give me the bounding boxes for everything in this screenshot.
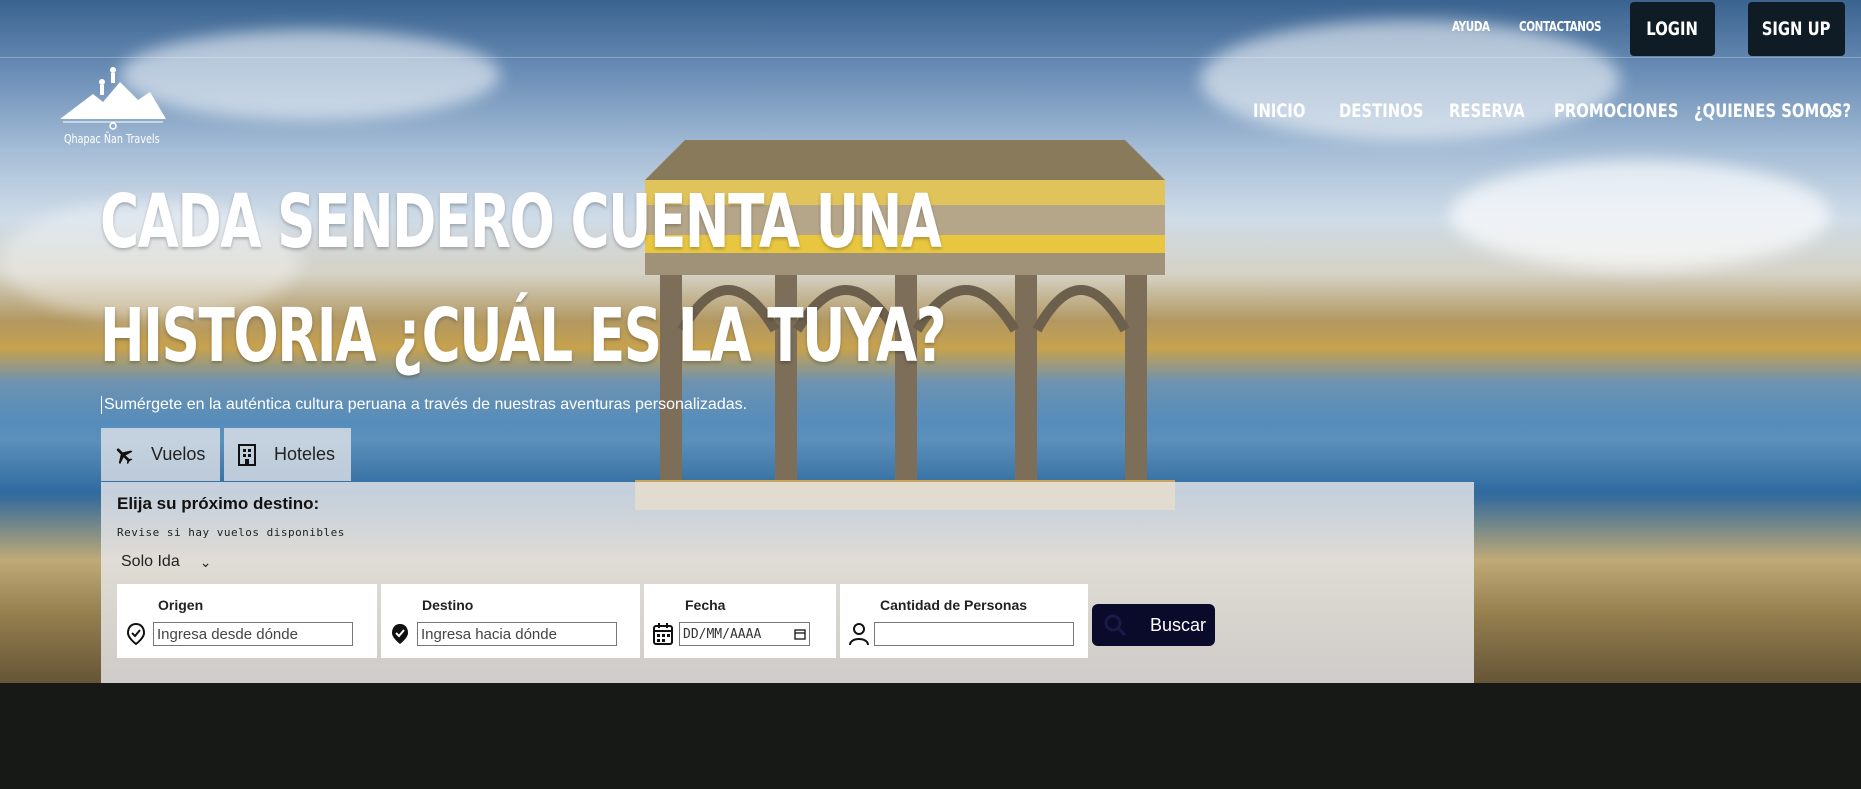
tab-vuelos[interactable]: Vuelos	[101, 428, 220, 481]
origin-field: Origen Ingresa desde dónde	[117, 584, 377, 658]
origin-label: Origen	[158, 597, 204, 613]
destination-field: Destino Ingresa hacia dónde	[381, 584, 640, 658]
nav-inicio[interactable]: INICIO	[1253, 100, 1305, 122]
destination-placeholder: Ingresa hacia dónde	[421, 625, 557, 643]
hero-headline-line2: HISTORIA ¿CUÁL ES LA TUYA?	[100, 293, 947, 379]
people-label: Cantidad de Personas	[880, 597, 1028, 613]
chevron-right-icon[interactable]: ›	[1828, 101, 1837, 126]
date-label: Fecha	[685, 597, 726, 613]
date-input[interactable]: DD/MM/AAAA	[679, 622, 810, 646]
date-field: Fecha DD/MM/AAAA	[644, 584, 836, 658]
location-filled-icon	[392, 624, 408, 644]
brand-name: Qhapac Ñan Travels	[64, 132, 160, 146]
signup-button[interactable]: SIGN UP	[1748, 2, 1845, 56]
nav-promociones[interactable]: PROMOCIONES	[1554, 100, 1678, 122]
header-divider	[0, 57, 1861, 58]
trip-type-select[interactable]: Solo Ida ⌄	[121, 553, 211, 571]
search-label: Buscar	[1150, 614, 1207, 635]
calendar-icon	[653, 623, 673, 645]
tab-hoteles[interactable]: Hoteles	[224, 428, 351, 481]
origin-placeholder: Ingresa desde dónde	[157, 625, 298, 643]
tab-hoteles-label: Hoteles	[274, 444, 336, 464]
help-link[interactable]: AYUDA	[1452, 20, 1490, 35]
person-icon	[849, 623, 869, 646]
search-button[interactable]: Buscar	[1092, 604, 1215, 646]
date-picker-icon[interactable]	[794, 628, 806, 640]
nav-reserva[interactable]: RESERVA	[1449, 100, 1525, 122]
origin-input[interactable]: Ingresa desde dónde	[153, 622, 353, 646]
booking-panel: Elija su próximo destino: Revise si hay …	[101, 482, 1474, 686]
mountain-hikers-icon	[60, 67, 166, 130]
page-footer-band	[0, 683, 1861, 789]
destination-label: Destino	[422, 597, 474, 613]
hero-headline-line1: CADA SENDERO CUENTA UNA	[100, 179, 942, 265]
date-placeholder: DD/MM/AAAA	[683, 626, 762, 642]
chevron-down-icon: ⌄	[199, 553, 212, 570]
booking-title: Elija su próximo destino:	[117, 494, 320, 513]
signup-label: SIGN UP	[1762, 18, 1831, 40]
people-input[interactable]	[874, 622, 1074, 646]
nav-destinos[interactable]: DESTINOS	[1339, 100, 1423, 122]
building-icon	[238, 443, 256, 466]
location-outline-icon	[126, 622, 146, 646]
destination-input[interactable]: Ingresa hacia dónde	[417, 622, 617, 646]
login-button[interactable]: LOGIN	[1630, 2, 1715, 56]
tab-vuelos-label: Vuelos	[151, 444, 206, 464]
trip-type-value: Solo Ida	[121, 553, 180, 570]
login-label: LOGIN	[1646, 18, 1699, 40]
people-field: Cantidad de Personas	[840, 584, 1088, 658]
hero-subtitle: Sumérgete en la auténtica cultura peruan…	[101, 396, 747, 414]
search-icon	[1104, 614, 1127, 637]
booking-subtitle: Revise si hay vuelos disponibles	[117, 526, 345, 539]
contact-link[interactable]: CONTACTANOS	[1519, 20, 1602, 35]
airplane-icon	[116, 447, 133, 464]
